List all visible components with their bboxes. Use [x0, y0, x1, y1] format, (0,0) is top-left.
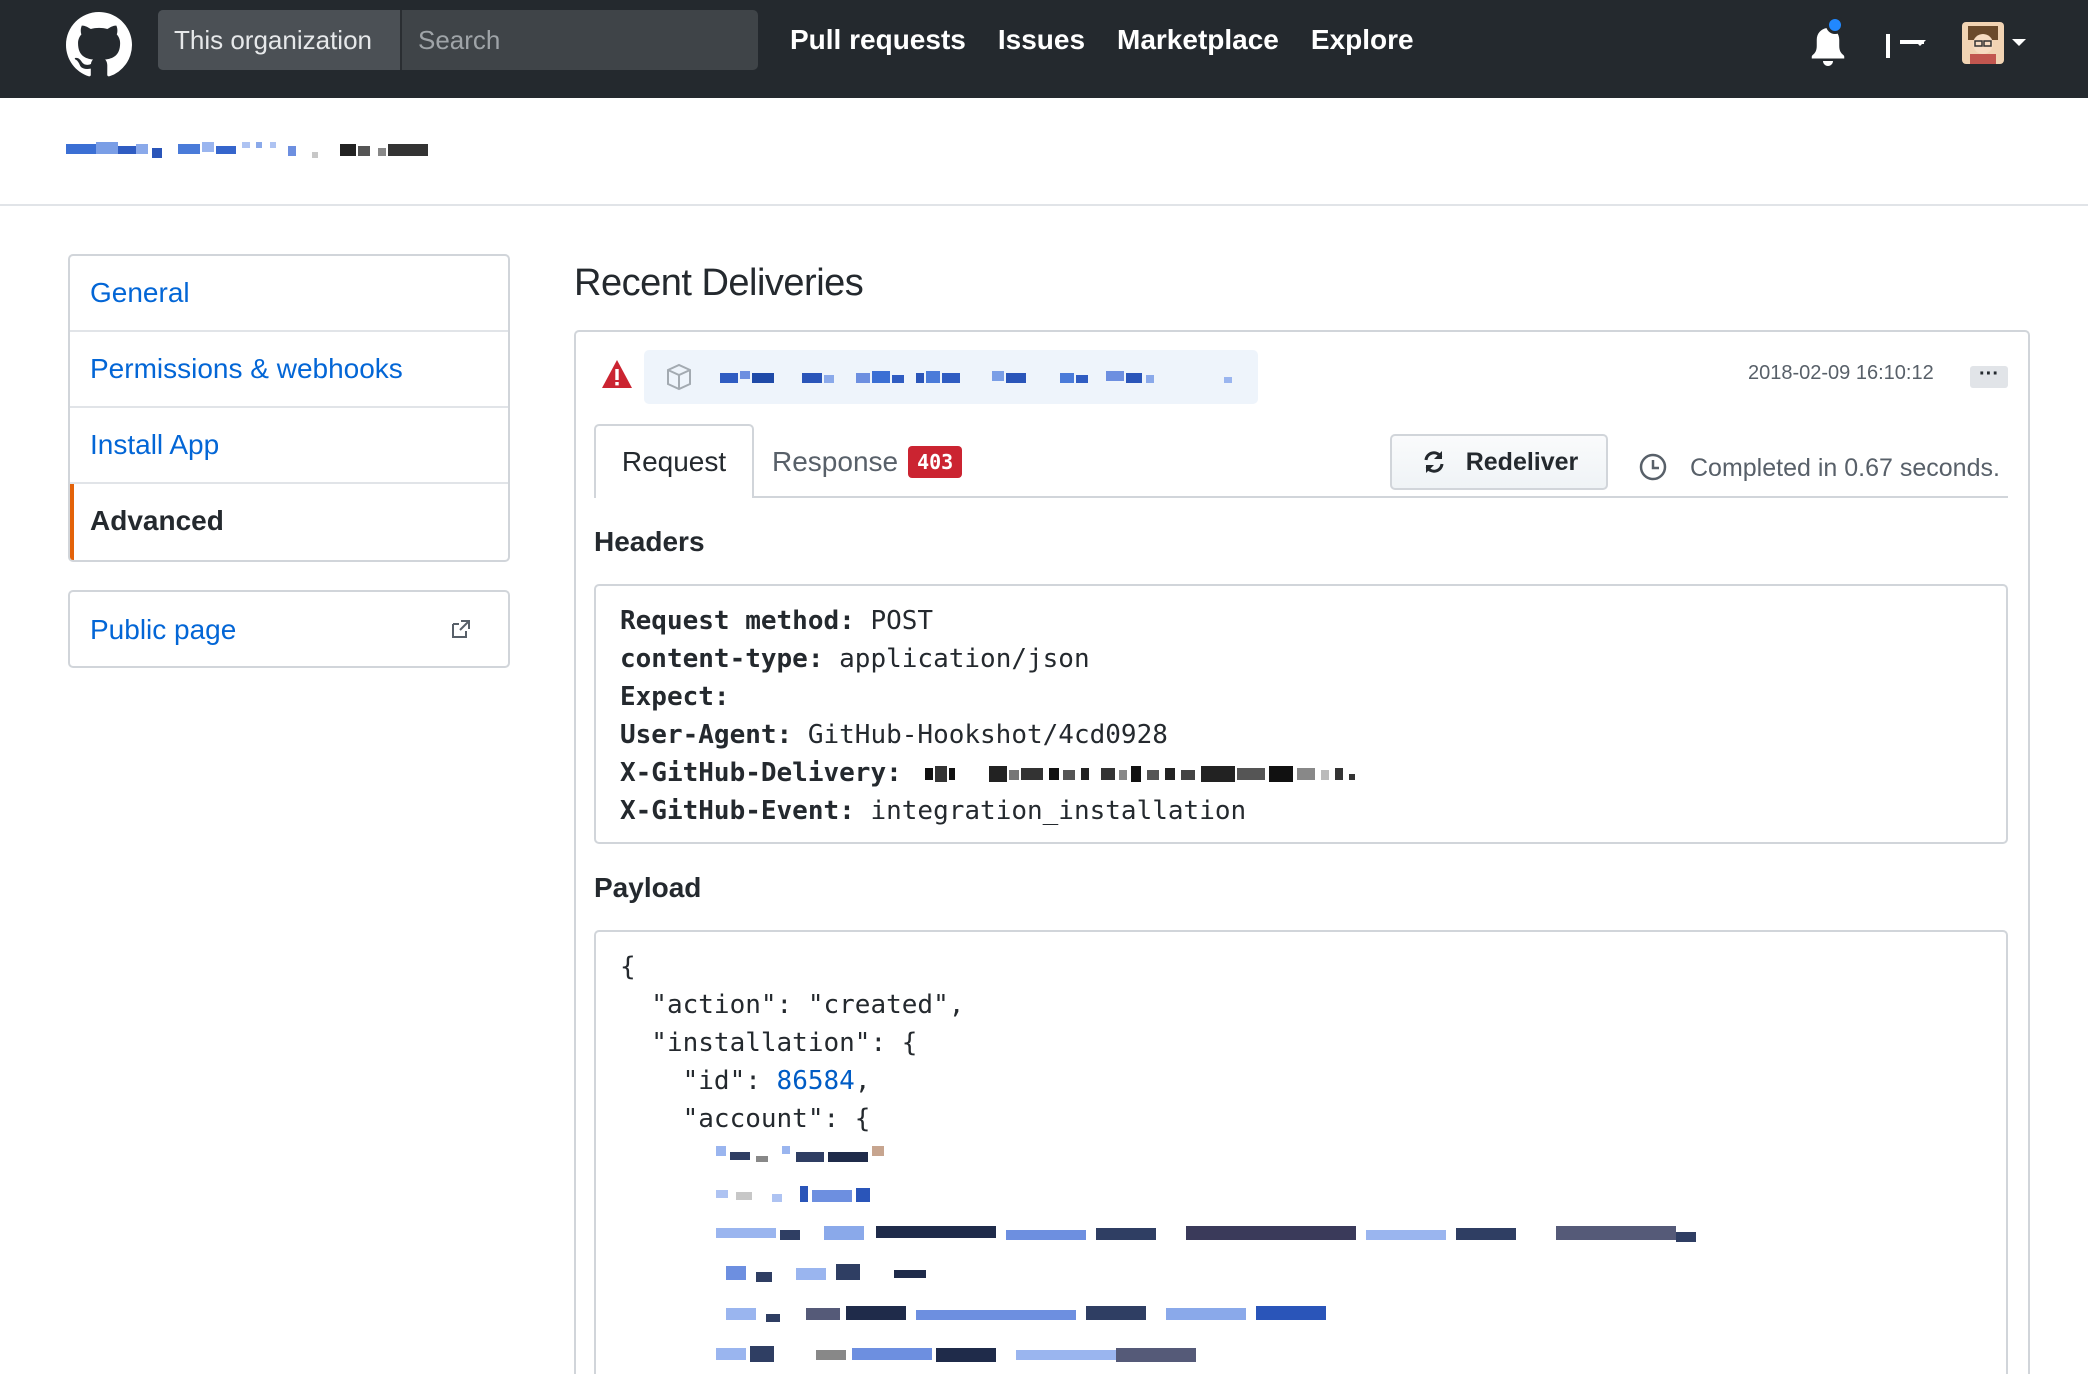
redeliver-button[interactable]: Redeliver: [1390, 434, 1608, 490]
tab-response[interactable]: Response 403: [772, 440, 963, 484]
payload-line: "installation": {: [620, 1028, 918, 1058]
tabs-underline: [594, 496, 2008, 498]
payload-line: "action": "created",: [620, 990, 965, 1020]
header-value: integration_installation: [870, 796, 1247, 826]
header-line: X-GitHub-Delivery:: [620, 754, 2006, 792]
notification-indicator: [1826, 16, 1844, 34]
redacted-delivery-id: [925, 765, 1356, 782]
page-title: Recent Deliveries: [574, 262, 864, 304]
payload-code: { "action": "created", "installation": {…: [594, 930, 2008, 1374]
header-line: User-Agent: GitHub-Hookshot/4cd0928: [620, 716, 2006, 754]
header-line: X-GitHub-Event: integration_installation: [620, 792, 2006, 830]
header-key: Request method:: [620, 606, 855, 636]
app-header: [0, 98, 2088, 206]
completion-time: Completed in 0.67 seconds.: [1690, 454, 2000, 482]
tab-response-label: Response: [772, 446, 899, 477]
payload-line: "id": 86584,: [620, 1066, 871, 1096]
create-new-icon[interactable]: [1876, 26, 1936, 66]
search-input[interactable]: [402, 10, 758, 70]
payload-heading: Payload: [594, 872, 702, 903]
tab-request[interactable]: Request: [594, 424, 754, 498]
external-link-icon: [452, 620, 470, 638]
header-line: Request method: POST: [620, 602, 2006, 640]
package-icon: [667, 363, 691, 391]
chevron-down-icon: [2012, 39, 2026, 46]
header-value: POST: [870, 606, 934, 636]
clock-icon: [1639, 453, 1667, 481]
alert-icon: [602, 360, 632, 388]
redeliver-label: Redeliver: [1465, 447, 1579, 476]
delivery-guid[interactable]: [644, 350, 1258, 404]
redacted-payload: [716, 1146, 1696, 1362]
search-box: This organization: [158, 10, 758, 70]
request-headers: Request method: POST content-type: appli…: [594, 584, 2008, 844]
menu-item-install-app[interactable]: Install App: [70, 408, 508, 484]
nav-issues[interactable]: Issues: [998, 24, 1085, 56]
header-key: X-GitHub-Event:: [620, 796, 855, 826]
payload-line: {: [620, 952, 636, 982]
sync-icon: [1424, 451, 1444, 473]
settings-menu: General Permissions & webhooks Install A…: [68, 254, 510, 562]
global-header: This organization Pull requests Issues M…: [0, 0, 2088, 98]
header-key: User-Agent:: [620, 720, 793, 750]
header-key: Expect:: [620, 682, 730, 712]
header-line: Expect:: [620, 678, 2006, 716]
github-logo-icon[interactable]: [66, 12, 132, 78]
status-badge: 403: [908, 446, 963, 478]
toggle-details-button[interactable]: ···: [1970, 364, 2008, 388]
header-line: content-type: application/json: [620, 640, 2006, 678]
redacted-guid: [720, 371, 1232, 383]
payload-line: "account": {: [620, 1104, 871, 1134]
redacted-app-name: [66, 142, 428, 158]
avatar: [1962, 22, 2004, 64]
nav-marketplace[interactable]: Marketplace: [1117, 24, 1279, 56]
nav-pull-requests[interactable]: Pull requests: [790, 24, 966, 56]
menu-item-general[interactable]: General: [70, 256, 508, 332]
header-value: application/json: [839, 644, 1090, 674]
public-page-box: Public page: [68, 590, 510, 668]
primary-nav: Pull requests Issues Marketplace Explore: [790, 24, 1414, 56]
payload-key: "id":: [620, 1066, 777, 1096]
search-scope[interactable]: This organization: [158, 10, 402, 70]
payload-number: 86584: [776, 1066, 855, 1096]
nav-explore[interactable]: Explore: [1311, 24, 1414, 56]
delivery-timestamp: 2018-02-09 16:10:12: [1748, 362, 1934, 384]
header-value: GitHub-Hookshot/4cd0928: [807, 720, 1168, 750]
user-menu[interactable]: [1962, 22, 2032, 68]
header-key: X-GitHub-Delivery:: [620, 758, 902, 788]
header-key: content-type:: [620, 644, 824, 674]
menu-item-advanced[interactable]: Advanced: [70, 484, 508, 560]
public-page-link[interactable]: Public page: [90, 614, 236, 646]
menu-item-permissions-webhooks[interactable]: Permissions & webhooks: [70, 332, 508, 408]
headers-heading: Headers: [594, 526, 705, 557]
